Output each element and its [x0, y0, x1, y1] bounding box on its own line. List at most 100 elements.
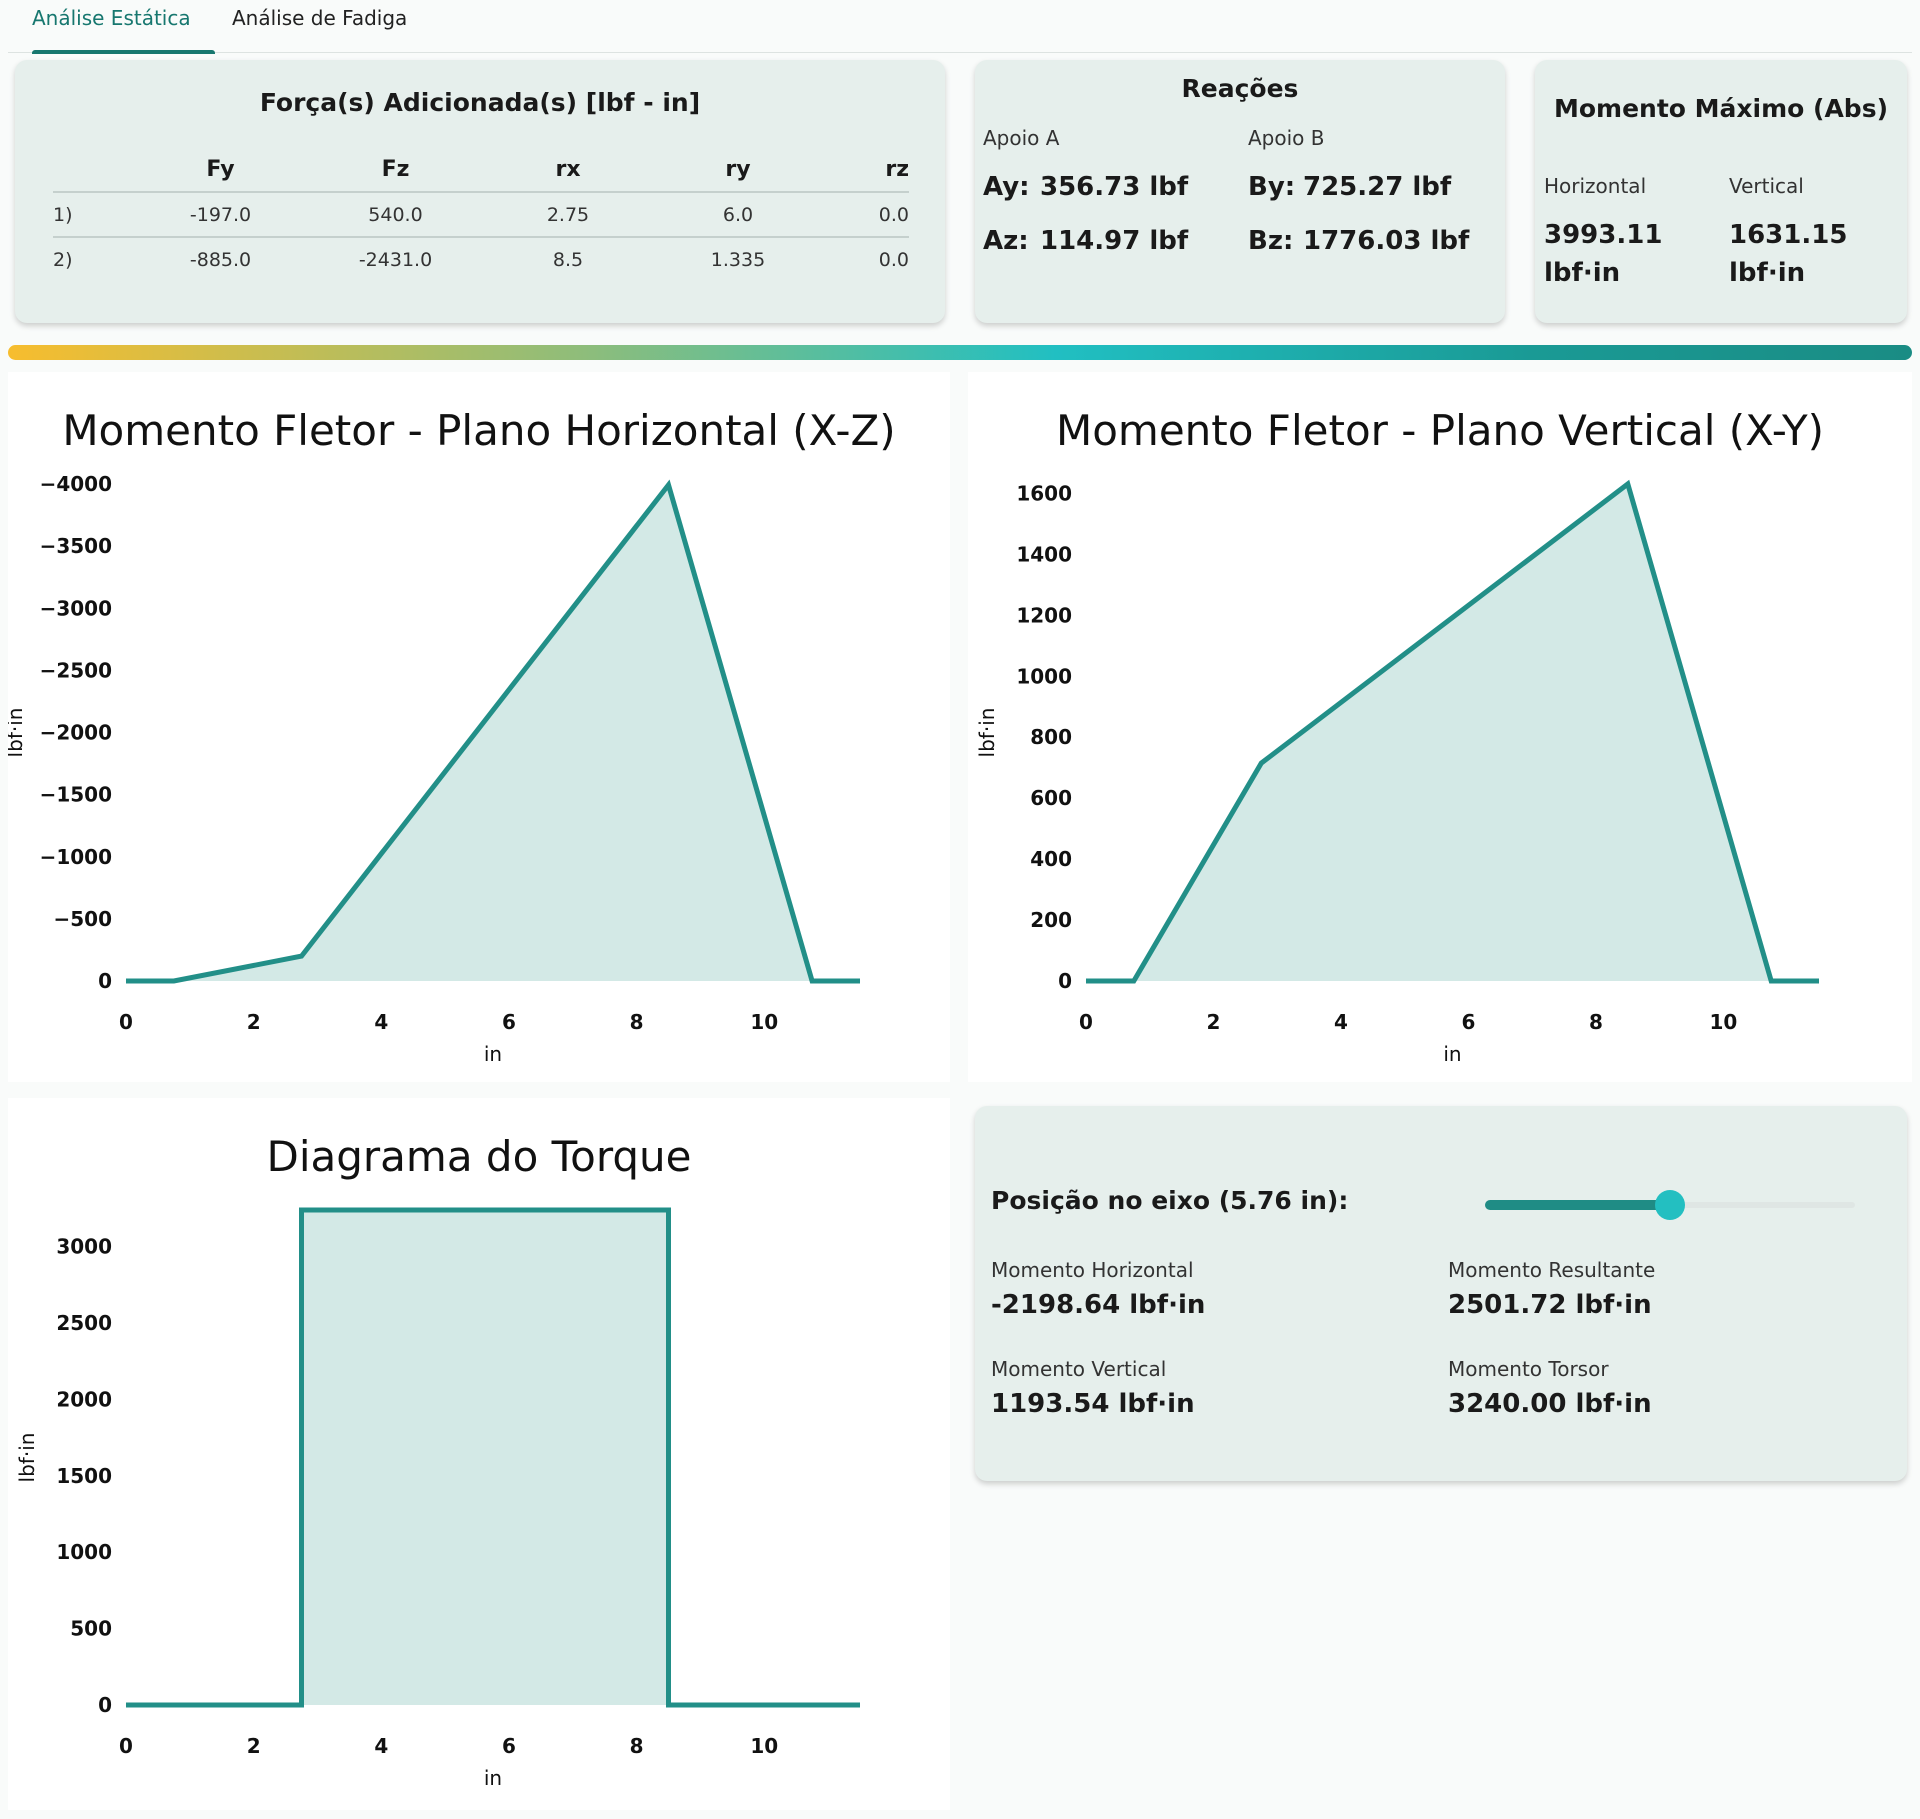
forces-card: Força(s) Adicionada(s) [lbf - in] Fy Fz … — [15, 60, 945, 323]
table-cell: 1.335 — [710, 249, 766, 271]
max-moment-title: Momento Máximo (Abs) — [1553, 94, 1889, 123]
table-row: 2) -885.0 -2431.0 8.5 1.335 0.0 — [53, 237, 909, 282]
y-tick-label: 200 — [1030, 908, 1072, 932]
y-tick-label: −3000 — [40, 596, 112, 620]
y-tick-label: −2500 — [40, 658, 112, 682]
x-axis-label: in — [1443, 1042, 1461, 1066]
table-cell: 0.0 — [878, 249, 909, 271]
chart-title-vertical: Momento Fletor - Plano Vertical (X-Y) — [1055, 406, 1825, 455]
moment-vertical-label: Momento Vertical — [991, 1357, 1167, 1381]
chart-panel-horizontal: Momento Fletor - Plano Horizontal (X-Z) … — [3, 372, 950, 1082]
moment-resultant-value: 2501.72 lbf·in — [1448, 1290, 1652, 1320]
y-axis-label: lbf·in — [15, 1433, 39, 1483]
y-tick-label: 2500 — [56, 1311, 112, 1335]
reaction-by-key: By: — [1248, 172, 1296, 202]
x-tick-label: 6 — [502, 1010, 516, 1034]
x-tick-label: 8 — [630, 1734, 644, 1758]
max-moment-horizontal-unit: lbf·in — [1544, 258, 1621, 288]
max-moment-card: Momento Máximo (Abs) Horizontal Vertical… — [1535, 60, 1907, 323]
chart-title-horizontal: Momento Fletor - Plano Horizontal (X-Z) — [62, 406, 896, 455]
moment-torque-value: 3240.00 lbf·in — [1448, 1389, 1652, 1419]
reaction-by-value: 725.27 lbf — [1303, 172, 1452, 202]
max-moment-horizontal-label: Horizontal — [1544, 174, 1647, 198]
position-label: Posição no eixo (5.76 in): — [991, 1186, 1349, 1215]
x-axis-label: in — [484, 1042, 502, 1066]
chart-torque-diagram: 0 2 4 6 8 10 0 500 1000 1500 2000 2500 3000 in lbf·in — [15, 1207, 861, 1790]
series-area — [126, 1210, 860, 1705]
tab-bar: Análise Estática Análise de Fadiga — [8, 0, 1912, 54]
y-tick-label: 600 — [1030, 786, 1072, 810]
x-tick-label: 2 — [247, 1010, 261, 1034]
forces-header-row: Fy Fz rx ry rz — [53, 148, 909, 193]
col-header-rx: rx — [483, 148, 653, 193]
slider-thumb[interactable] — [1655, 1190, 1685, 1220]
col-header-index — [53, 148, 133, 193]
reactions-title: Reações — [1181, 74, 1299, 103]
col-header-ry: ry — [653, 148, 823, 193]
support-b-label: Apoio B — [1248, 126, 1325, 150]
y-axis-label: lbf·in — [8, 708, 27, 758]
y-tick-label: 400 — [1030, 847, 1072, 871]
chart-title-torque: Diagrama do Torque — [266, 1132, 692, 1181]
col-header-fy: Fy — [133, 148, 308, 193]
reaction-az-value: 114.97 lbf — [1040, 226, 1189, 256]
y-tick-label: −2000 — [40, 721, 112, 745]
table-cell: -885.0 — [189, 249, 252, 271]
table-cell: 2) — [53, 249, 73, 271]
y-tick-label: 500 — [70, 1617, 112, 1641]
max-moment-vertical-label: Vertical — [1729, 174, 1804, 198]
y-tick-label: 0 — [1058, 969, 1072, 993]
forces-table: Fy Fz rx ry rz 1) -197.0 540.0 2.75 6.0 … — [53, 148, 909, 282]
x-tick-label: 0 — [119, 1010, 133, 1034]
y-tick-label: −500 — [53, 907, 112, 931]
x-tick-label: 6 — [502, 1734, 516, 1758]
y-tick-label: −1000 — [40, 845, 112, 869]
table-cell: -197.0 — [133, 192, 308, 238]
x-axis-label: in — [484, 1766, 502, 1790]
x-tick-label: 2 — [247, 1734, 261, 1758]
tab-static-analysis[interactable]: Análise Estática — [8, 4, 215, 54]
table-row: 1) -197.0 540.0 2.75 6.0 0.0 — [53, 192, 909, 238]
reaction-ay-key: Ay: — [983, 172, 1030, 202]
max-moment-vertical-value: 1631.15 — [1729, 220, 1848, 250]
chart-panel-torque: Diagrama do Torque 0 2 4 6 8 10 0 500 1000 1500 20… — [8, 1098, 950, 1810]
tab-fatigue-analysis[interactable]: Análise de Fadiga — [208, 4, 431, 50]
x-tick-label: 4 — [374, 1734, 388, 1758]
reaction-bz-value: 1776.03 lbf — [1303, 226, 1470, 256]
x-tick-label: 6 — [1461, 1010, 1475, 1034]
x-tick-label: 2 — [1207, 1010, 1221, 1034]
moment-torque-label: Momento Torsor — [1448, 1357, 1609, 1381]
reaction-ay-value: 356.73 lbf — [1040, 172, 1189, 202]
gradient-divider — [8, 345, 1912, 360]
y-axis-label: lbf·in — [975, 708, 999, 758]
y-tick-label: 1500 — [56, 1464, 112, 1488]
chart-horizontal-moment: 0 2 4 6 8 10 0 −500 −1000 −1500 −2000 −2500 −3000 −35… — [3, 472, 861, 1066]
moment-horizontal-label: Momento Horizontal — [991, 1258, 1194, 1282]
x-tick-label: 8 — [630, 1010, 644, 1034]
max-moment-vertical-unit: lbf·in — [1729, 258, 1806, 288]
y-tick-label: 0 — [98, 969, 112, 993]
y-tick-label: −4000 — [40, 472, 112, 496]
x-tick-label: 10 — [750, 1734, 778, 1758]
table-cell: 2.75 — [483, 192, 653, 238]
y-tick-label: 1000 — [56, 1540, 112, 1564]
table-cell: 0.0 — [823, 192, 909, 238]
x-tick-label: 0 — [119, 1734, 133, 1758]
table-cell: 540.0 — [308, 192, 483, 238]
x-tick-label: 4 — [1334, 1010, 1348, 1034]
table-cell: 8.5 — [552, 249, 584, 271]
chart-vertical-moment: 0 2 4 6 8 10 0 200 400 600 800 1000 1200 1400 1600 in lb… — [975, 479, 1820, 1066]
col-header-fz: Fz — [308, 148, 483, 193]
y-tick-label: −3500 — [40, 534, 112, 558]
series-area — [1086, 484, 1819, 981]
x-tick-label: 4 — [374, 1010, 388, 1034]
forces-title: Força(s) Adicionada(s) [lbf - in] — [259, 88, 701, 117]
table-cell: 6.0 — [653, 192, 823, 238]
y-tick-label: 2000 — [56, 1387, 112, 1411]
y-tick-label: 800 — [1030, 725, 1072, 749]
x-tick-label: 10 — [750, 1010, 778, 1034]
y-tick-label: 1200 — [1016, 603, 1072, 627]
y-tick-label: 1400 — [1016, 542, 1072, 566]
position-slider[interactable] — [1485, 1190, 1855, 1220]
y-tick-label: 0 — [98, 1693, 112, 1717]
